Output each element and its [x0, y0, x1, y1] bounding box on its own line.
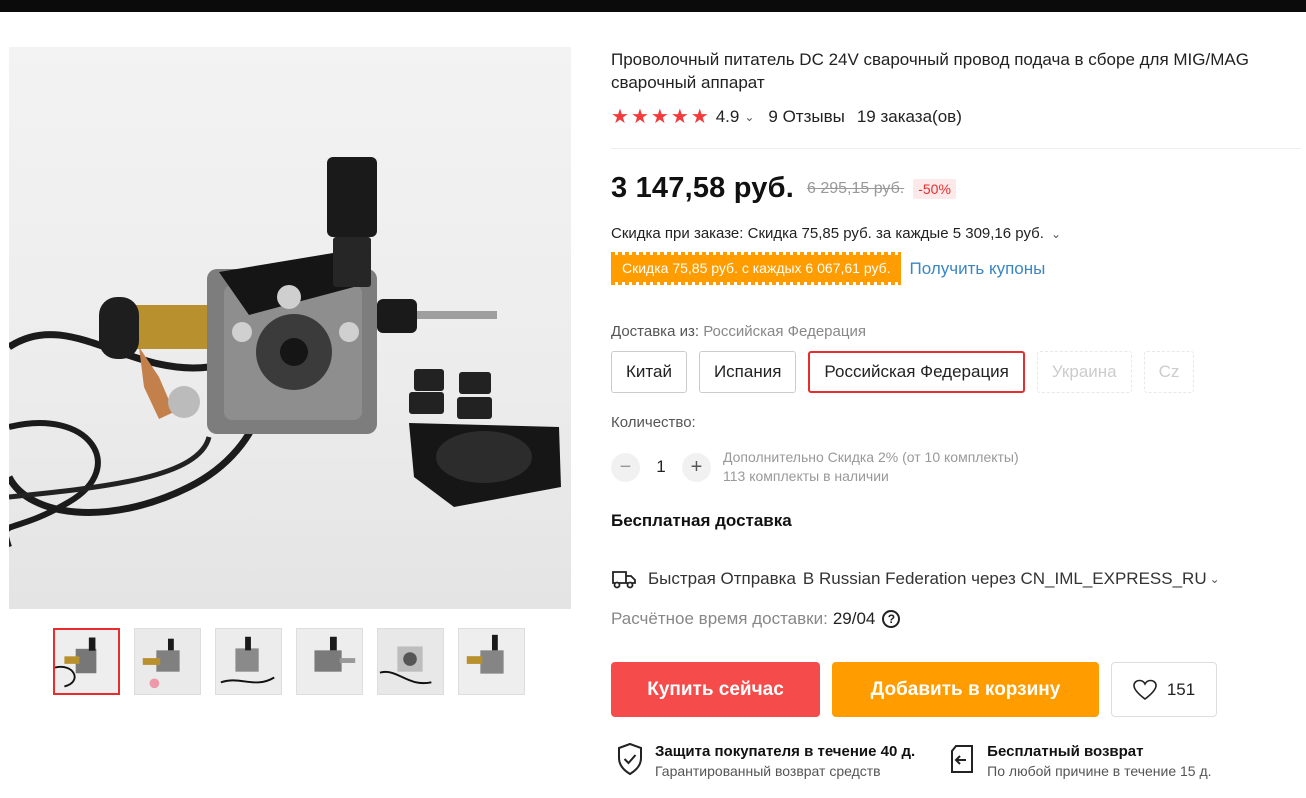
guarantees: Защита покупателя в течение 40 д. Гарант… [616, 742, 1212, 781]
star-icon: ★ [670, 106, 689, 128]
truck-icon [612, 571, 636, 589]
thumbnail[interactable] [458, 628, 525, 695]
fast-shipping-label: Быстрая Отправка [648, 569, 796, 588]
star-icon: ★ [611, 106, 629, 128]
ship-from: Доставка из: Российская Федерация [611, 323, 866, 340]
current-price: 3 147,58 руб. [611, 172, 794, 204]
quantity-plus-button[interactable]: + [682, 452, 711, 482]
extra-discount-text: Дополнительно Скидка 2% (от 10 комплекты… [723, 449, 1019, 465]
ship-option-china[interactable]: Китай [611, 351, 687, 393]
get-coupons-link[interactable]: Получить купоны [910, 259, 1046, 279]
buy-now-button[interactable]: Купить сейчас [611, 662, 820, 717]
main-product-image[interactable] [9, 47, 571, 609]
discount-badge: -50% [913, 178, 956, 199]
action-buttons: Купить сейчас Добавить в корзину 151 [611, 662, 1217, 717]
help-icon[interactable]: ? [882, 610, 901, 628]
orders-count: 19 заказа(ов) [856, 107, 962, 126]
star-icon: ★ [690, 106, 709, 128]
reviews-link[interactable]: 9 Отзывы [768, 107, 844, 127]
chevron-down-icon[interactable]: ⌄ [1210, 572, 1220, 586]
wishlist-button[interactable]: 151 [1111, 662, 1217, 717]
quantity-stepper: − 1 + Дополнительно Скидка 2% (от 10 ком… [611, 448, 1019, 486]
thumbnail[interactable] [53, 628, 120, 695]
free-return[interactable]: Бесплатный возврат По любой причине в те… [948, 742, 1212, 781]
eta-label: Расчётное время доставки: [611, 609, 828, 628]
original-price: 6 295,15 руб. [806, 179, 905, 197]
ship-from-options: Китай Испания Российская Федерация Украи… [611, 351, 1195, 393]
ship-option-spain[interactable]: Испания [698, 351, 797, 393]
star-icon: ★ [630, 106, 649, 128]
ship-option-ukraine: Украина [1036, 351, 1132, 393]
top-bar [0, 0, 1306, 12]
star-icon: ★ [650, 106, 669, 128]
thumbnail[interactable] [215, 628, 282, 695]
thumbnail[interactable] [296, 628, 363, 695]
ship-option-cz: Cz [1143, 351, 1195, 393]
thumbnail[interactable] [377, 628, 444, 695]
stock-text: 113 комплекты в наличии [723, 468, 889, 484]
price-row: 3 147,58 руб. 6 295,15 руб. -50% [611, 172, 956, 205]
heart-icon [1133, 679, 1157, 700]
thumbnail[interactable] [134, 628, 201, 695]
delivery-eta: Расчётное время доставки: 29/04 ? [611, 609, 901, 629]
quantity-label: Количество: [611, 414, 696, 431]
coupon-row: Скидка 75,85 руб. с каждых 6 067,61 руб.… [611, 252, 1046, 285]
add-to-cart-button[interactable]: Добавить в корзину [832, 662, 1099, 717]
chevron-down-icon[interactable]: ⌄ [1051, 227, 1061, 241]
ship-from-value: Российская Федерация [703, 323, 866, 340]
quantity-info: Дополнительно Скидка 2% (от 10 комплекты… [723, 448, 1019, 486]
order-discount-info[interactable]: Скидка при заказе: Скидка 75,85 руб. за … [611, 225, 1061, 242]
quantity-value[interactable]: 1 [640, 457, 682, 477]
free-return-title: Бесплатный возврат [987, 743, 1144, 760]
ship-from-label: Доставка из: [611, 323, 700, 340]
buyer-protection[interactable]: Защита покупателя в течение 40 д. Гарант… [616, 742, 915, 781]
wire-feeder-photo [9, 157, 561, 547]
ship-option-russia[interactable]: Российская Федерация [808, 351, 1025, 393]
free-return-subtitle: По любой причине в течение 15 д. [987, 763, 1212, 779]
buyer-protection-title: Защита покупателя в течение 40 д. [655, 743, 916, 760]
buyer-protection-subtitle: Гарантированный возврат средств [655, 763, 881, 779]
product-title: Проволочный питатель DC 24V сварочный пр… [611, 50, 1249, 92]
eta-date: 29/04 [832, 609, 876, 628]
rating-stars: ★ ★ ★ ★ ★ [611, 107, 709, 127]
return-icon [951, 745, 974, 773]
rating-row: ★ ★ ★ ★ ★ 4.9 ⌄ 9 Отзывы 19 заказа(ов) [611, 106, 962, 128]
divider [611, 148, 1301, 149]
order-discount-text: Скидка при заказе: Скидка 75,85 руб. за … [611, 225, 1044, 242]
delivery-method[interactable]: Быстрая Отправка В Russian Federation че… [611, 568, 1220, 590]
free-shipping-label: Бесплатная доставка [611, 511, 792, 530]
rating-value[interactable]: 4.9 [716, 107, 740, 127]
chevron-down-icon[interactable]: ⌄ [744, 110, 754, 124]
shipping-route: В Russian Federation через CN_IML_EXPRES… [802, 569, 1207, 588]
quantity-minus-button[interactable]: − [611, 452, 640, 482]
wishlist-count: 151 [1166, 679, 1196, 699]
shield-check-icon [618, 742, 642, 776]
thumbnail-strip [53, 628, 525, 695]
coupon-badge: Скидка 75,85 руб. с каждых 6 067,61 руб. [611, 252, 901, 285]
